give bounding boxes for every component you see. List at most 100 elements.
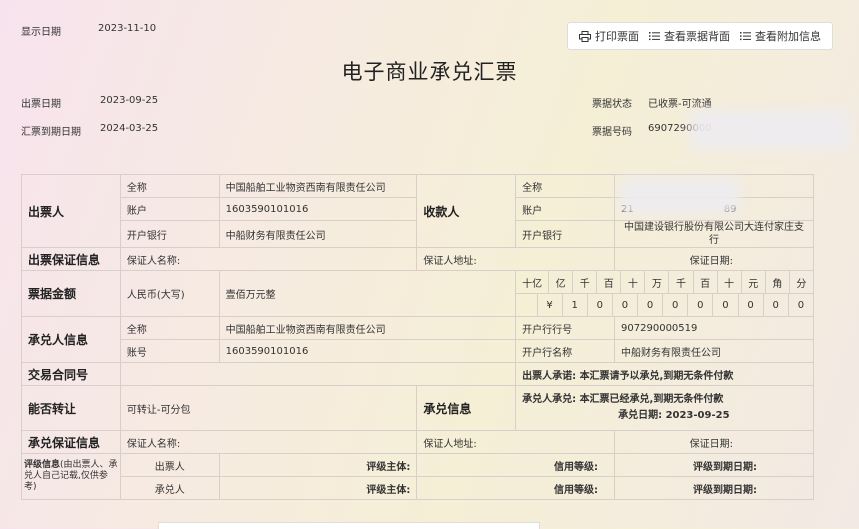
amount-digit: 0 bbox=[586, 294, 613, 316]
status-badge: 已收票-可流通 bbox=[648, 99, 712, 110]
accept-guarantor-name-label: 保证人名称: bbox=[119, 430, 418, 454]
due-date-label: 汇票到期日期 bbox=[21, 127, 81, 138]
acceptor-bank-name: 中船财务有限责任公司 bbox=[614, 339, 814, 363]
acceptor-bank-no: 907290000519 bbox=[614, 316, 814, 340]
amount-unit: 十 bbox=[620, 271, 646, 293]
issue-guarantor-name-label: 保证人名称: bbox=[119, 247, 418, 271]
amount-digit: 1 bbox=[561, 294, 588, 316]
accept-guarantee-date-label: 保证日期: bbox=[614, 430, 814, 454]
display-date: 2023-11-10 bbox=[98, 23, 157, 34]
bill-table: 出票人 全称 中国船舶工业物资西南有限责任公司 收款人 全称 账户 160359… bbox=[21, 174, 814, 500]
toolbar: 打印票面 查看票据背面 查看附加信息 bbox=[567, 22, 833, 50]
acceptance-date-label: 承兑日期: bbox=[618, 410, 663, 421]
issue-guarantor-addr-label: 保证人地址: bbox=[416, 247, 616, 271]
amount-unit: 角 bbox=[764, 271, 790, 293]
drawer-name-label: 全称 bbox=[119, 174, 220, 198]
issue-date: 2023-09-25 bbox=[100, 95, 159, 106]
amount-unit: 百 bbox=[692, 271, 718, 293]
amount-digit: 0 bbox=[611, 294, 639, 316]
view-back-button[interactable]: 查看票据背面 bbox=[649, 28, 730, 44]
table-row: 承兑人信息 全称 中国船舶工业物资西南有限责任公司 开户行行号 90729000… bbox=[21, 316, 814, 363]
payee-name-label: 全称 bbox=[515, 174, 616, 198]
display-date-label: 显示日期 bbox=[21, 27, 61, 38]
issue-guarantee-date-label: 保证日期: bbox=[614, 247, 814, 271]
table-row: 承兑人 评级主体: 信用等级: 评级到期日期: bbox=[22, 476, 814, 500]
print-label: 打印票面 bbox=[595, 30, 639, 43]
contract-header: 交易合同号 bbox=[21, 362, 121, 386]
drawer-bank-label: 开户银行 bbox=[119, 220, 220, 248]
drawer-bank: 中船财务有限责任公司 bbox=[218, 220, 418, 248]
acceptor-name: 中国船舶工业物资西南有限责任公司 bbox=[218, 316, 517, 340]
amount-digit: 0 bbox=[687, 294, 714, 316]
transfer-value: 可转让-可分包 bbox=[119, 385, 418, 431]
amount-header: 票据金额 bbox=[21, 270, 121, 317]
amount-unit: 千 bbox=[668, 271, 694, 293]
acceptor-promise: 承兑人承兑: 本汇票已经承兑,到期无条件付款 承兑日期: 2023-09-25 bbox=[515, 385, 814, 431]
drawer-account: 1603590101016 bbox=[218, 197, 418, 221]
contract-value bbox=[119, 362, 517, 386]
table-row: 账号 1603590101016 开户行名称 中船财务有限责任公司 bbox=[22, 339, 814, 363]
acceptor-bank-name-label: 开户行名称 bbox=[515, 339, 616, 363]
rating-due-label: 评级到期日期: bbox=[614, 476, 814, 500]
bill-no-label: 票据号码 bbox=[592, 127, 632, 138]
printer-icon bbox=[579, 30, 591, 42]
issue-guarantee-header: 出票保证信息 bbox=[21, 247, 121, 271]
amount-digits-row: ¥1 0 0 0 0 0 0 0 0 0 bbox=[516, 294, 813, 316]
transfer-header: 能否转让 bbox=[21, 385, 121, 431]
rating-subject-label: 评级主体: bbox=[218, 453, 418, 477]
drawer-name: 中国船舶工业物资西南有限责任公司 bbox=[218, 174, 418, 198]
amount-units-table: 十亿亿千百十万千百十元角分 bbox=[516, 271, 813, 293]
rating-label: 评级信息 bbox=[24, 460, 61, 470]
view-extra-button[interactable]: 查看附加信息 bbox=[740, 28, 821, 44]
view-extra-label: 查看附加信息 bbox=[755, 30, 821, 43]
amount-words: 壹佰万元整 bbox=[218, 270, 517, 317]
acceptance-header: 承兑信息 bbox=[416, 385, 517, 431]
payee-bank-label: 开户银行 bbox=[515, 220, 616, 248]
rating-subject-label: 评级主体: bbox=[218, 476, 418, 500]
payee-account-label: 账户 bbox=[515, 197, 616, 221]
table-row: 交易合同号 出票人承诺: 本汇票请予以承兑,到期无条件付款 bbox=[21, 362, 814, 386]
list-icon bbox=[740, 32, 751, 41]
print-button[interactable]: 打印票面 bbox=[579, 28, 639, 44]
list-icon bbox=[649, 32, 660, 41]
issue-date-label: 出票日期 bbox=[21, 99, 61, 110]
acceptor-promise-text: 本汇票已经承兑,到期无条件付款 bbox=[579, 394, 724, 405]
view-back-label: 查看票据背面 bbox=[664, 30, 730, 43]
table-row: 承兑保证信息 保证人名称: 保证人地址: 保证日期: bbox=[21, 430, 814, 454]
acceptor-promise-label: 承兑人承兑: bbox=[522, 394, 577, 405]
rating-due-label: 评级到期日期: bbox=[614, 453, 814, 477]
table-row: 能否转让 可转让-可分包 承兑信息 承兑人承兑: 本汇票已经承兑,到期无条件付款… bbox=[21, 385, 814, 431]
redaction-blur bbox=[690, 110, 850, 150]
amount-digit: 0 bbox=[762, 294, 789, 316]
rating-party: 出票人 bbox=[119, 453, 220, 477]
accept-guarantor-addr-label: 保证人地址: bbox=[416, 430, 616, 454]
drawer-account-label: 账户 bbox=[119, 197, 220, 221]
drawer-promise: 出票人承诺: 本汇票请予以承兑,到期无条件付款 bbox=[515, 362, 814, 386]
acceptor-account: 1603590101016 bbox=[218, 339, 517, 363]
status-label: 票据状态 bbox=[592, 99, 632, 110]
due-date: 2024-03-25 bbox=[100, 123, 159, 134]
page-title: 电子商业承兑汇票 bbox=[341, 60, 518, 84]
drawer-promise-text: 本汇票请予以承兑,到期无条件付款 bbox=[579, 370, 734, 382]
accept-guarantee-header: 承兑保证信息 bbox=[21, 430, 121, 454]
payee-bank: 中国建设银行股份有限公司大连付家庄支行 bbox=[614, 220, 814, 248]
amount-digit: 0 bbox=[662, 294, 689, 316]
rating-grade-label: 信用等级: bbox=[416, 453, 616, 477]
acceptor-account-label: 账号 bbox=[119, 339, 220, 363]
rating-grade-label: 信用等级: bbox=[416, 476, 616, 500]
table-row: 票据金额 人民币(大写) 壹佰万元整 十亿亿千百十万千百十元角分 bbox=[21, 270, 814, 317]
amount-digit: 0 bbox=[737, 294, 764, 316]
amount-unit: 百 bbox=[596, 271, 622, 293]
payee-header: 收款人 bbox=[416, 174, 517, 248]
amount-digit: 0 bbox=[637, 294, 664, 316]
acceptor-bank-no-label: 开户行行号 bbox=[515, 316, 616, 340]
amount-digit: 0 bbox=[712, 294, 739, 316]
drawer-header: 出票人 bbox=[21, 174, 121, 248]
table-row: 评级信息(由出票人、承兑人自己记载,仅供参考) 出票人 评级主体: 信用等级: … bbox=[21, 453, 814, 500]
acceptor-header: 承兑人信息 bbox=[21, 316, 121, 363]
amount-unit: 十亿 bbox=[516, 271, 550, 293]
acceptance-date: 2023-09-25 bbox=[665, 410, 730, 421]
amount-units-cell: 十亿亿千百十万千百十元角分 bbox=[515, 270, 814, 294]
amount-unit: 分 bbox=[788, 271, 813, 293]
rating-header: 评级信息(由出票人、承兑人自己记载,仅供参考) bbox=[21, 453, 121, 500]
